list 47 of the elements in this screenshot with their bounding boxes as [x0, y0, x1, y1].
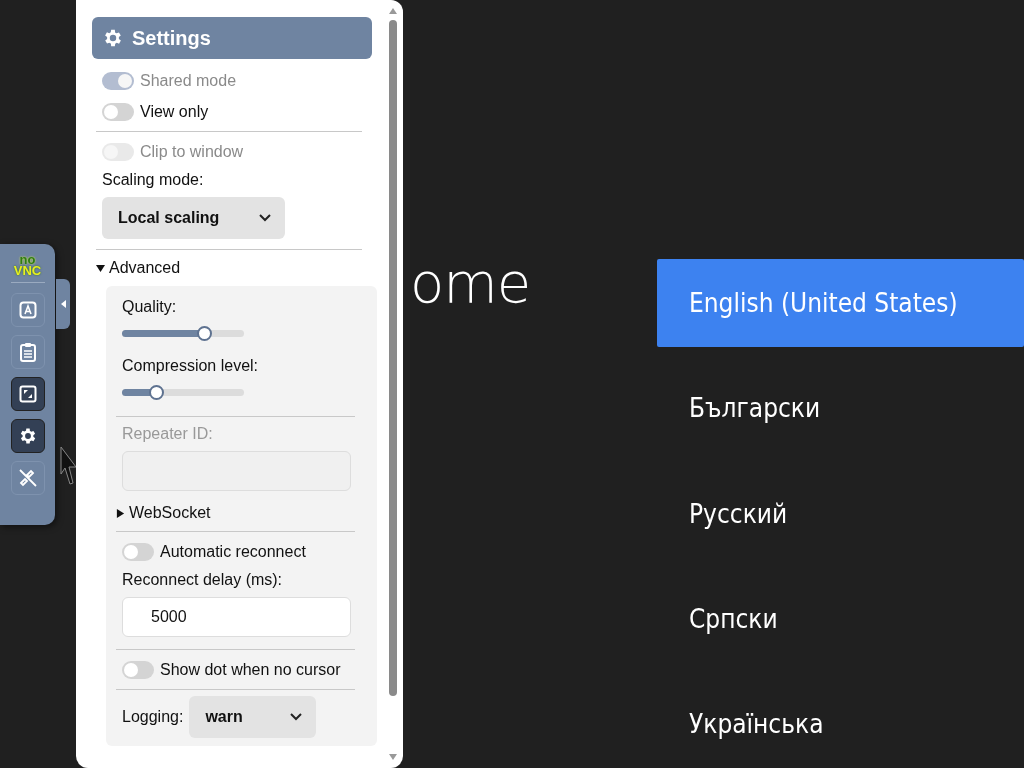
scroll-thumb[interactable]: [389, 20, 397, 696]
slider-label: Quality:: [122, 297, 178, 317]
logo: no VNC: [10, 254, 45, 283]
language-option[interactable]: Русский: [657, 469, 1024, 558]
settings-title: Settings: [132, 26, 211, 50]
toggle-switch[interactable]: [102, 102, 134, 121]
toggle-switch[interactable]: [122, 660, 154, 679]
field-label: Reconnect delay (ms):: [122, 570, 284, 590]
clipboard-icon: [19, 342, 36, 362]
field-label: Repeater ID:: [122, 424, 214, 444]
slider-label: Compression level:: [122, 356, 260, 376]
settings-button[interactable]: [10, 419, 45, 453]
keyboard-button[interactable]: [10, 293, 45, 327]
language-option[interactable]: Українська: [657, 679, 1024, 768]
triangle-right-icon: [116, 508, 125, 518]
toggle-label: View only: [140, 102, 209, 121]
pointer-icon: [60, 446, 78, 486]
dropdown[interactable]: Local scaling: [102, 197, 285, 239]
toggle-label: Clip to window: [140, 142, 244, 161]
language-option[interactable]: Српски: [657, 574, 1024, 663]
chevron-down-icon: [259, 214, 271, 222]
toggle-label: Automatic reconnect: [160, 542, 306, 561]
keyboard-icon: [18, 301, 37, 319]
clipboard-button[interactable]: [10, 335, 45, 369]
toggle-label: Shared mode: [140, 71, 237, 90]
fullscreen-icon: [18, 385, 37, 403]
dropdown[interactable]: warn: [189, 696, 317, 738]
disconnect-button[interactable]: [10, 461, 45, 495]
triangle-down-icon: [96, 263, 105, 273]
disclosure-toggle[interactable]: Advanced: [96, 254, 374, 282]
language-option[interactable]: Български: [657, 364, 1024, 453]
chevron-down-icon: [290, 713, 303, 721]
scroll-up-icon[interactable]: [389, 8, 397, 14]
toggle-switch[interactable]: [122, 542, 154, 561]
unplug-icon: [17, 468, 38, 488]
settings-icon: [102, 27, 124, 49]
scroll-down-icon[interactable]: [389, 754, 397, 760]
input-field[interactable]: 5000: [122, 597, 351, 637]
toggle-label: Show dot when no cursor: [160, 660, 341, 679]
fullscreen-button[interactable]: [10, 377, 45, 411]
field-label: Logging:: [122, 708, 184, 726]
field-label: Scaling mode:: [102, 170, 205, 190]
caret-left-icon: [60, 300, 66, 308]
disclosure-toggle[interactable]: WebSocket: [116, 499, 367, 527]
language-option[interactable]: English (United States): [657, 259, 1024, 348]
bar-handle[interactable]: [56, 279, 70, 329]
welcome-heading: ome: [410, 250, 531, 315]
